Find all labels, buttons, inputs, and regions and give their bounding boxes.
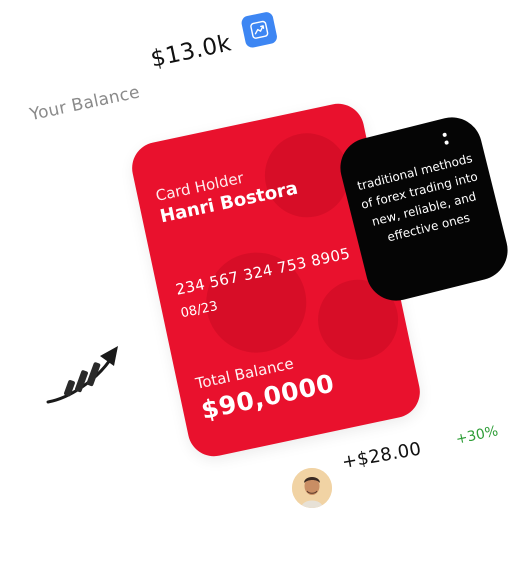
trend-button[interactable] — [240, 10, 279, 49]
trend-chart-icon — [250, 20, 269, 39]
percent-change: +30% — [454, 423, 500, 448]
user-avatar-icon — [292, 468, 332, 508]
balance-value: $13.0k — [148, 30, 234, 73]
transaction-amount: +$28.00 — [340, 438, 423, 473]
more-vertical-icon[interactable] — [442, 132, 452, 149]
info-card-text: traditional methods of forex trading int… — [355, 151, 480, 245]
balance-label: Your Balance — [27, 82, 142, 126]
user-avatar[interactable] — [292, 468, 332, 508]
growth-arrow-icon — [46, 346, 118, 404]
